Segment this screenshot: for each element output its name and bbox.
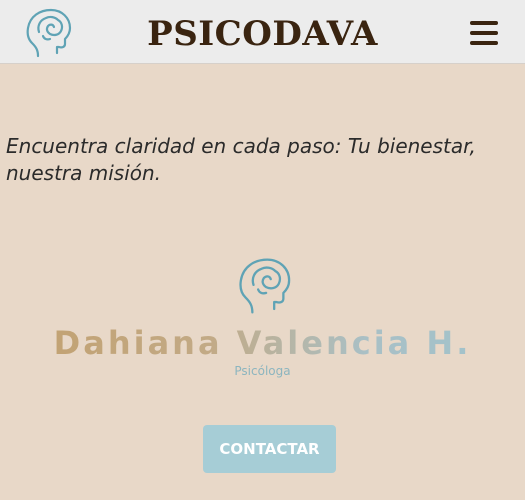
head-brain-icon [236, 255, 294, 317]
site-header: PSICODAVA [0, 0, 525, 64]
hamburger-menu-icon[interactable] [466, 21, 502, 49]
contact-button[interactable]: CONTACTAR [203, 425, 336, 473]
psychologist-title: Psicóloga [234, 364, 291, 378]
hero-tagline: Encuentra claridad en cada paso: Tu bien… [6, 134, 476, 185]
brand-title[interactable]: PSICODAVA [0, 14, 525, 54]
psychologist-name: Dahiana Valencia H. [0, 324, 525, 362]
